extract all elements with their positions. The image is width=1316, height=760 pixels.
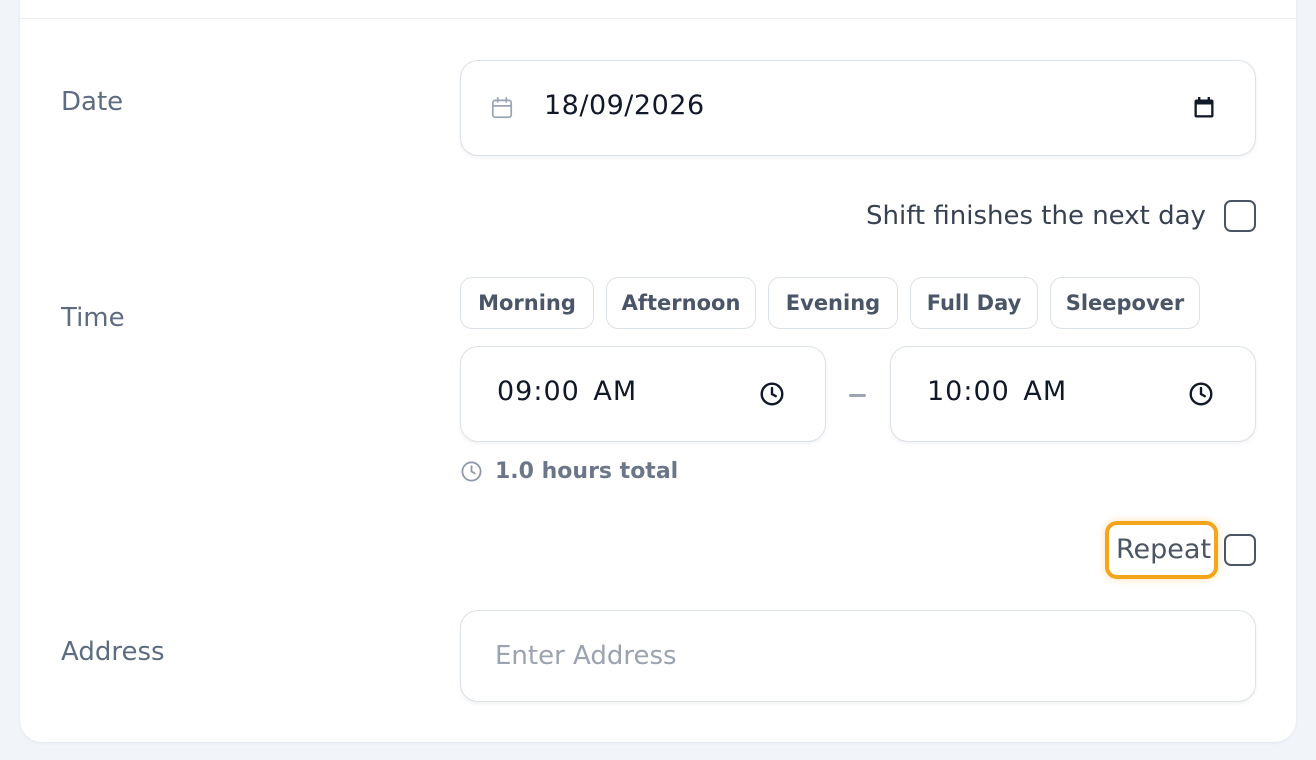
preset-sleepover-button[interactable]: Sleepover [1050,277,1200,329]
address-label: Address [61,637,165,667]
card-divider [20,18,1296,19]
repeat-label[interactable]: Repeat [1116,534,1211,566]
hours-total-text: 1.0 hours total [495,459,679,484]
date-value: 18/09/2026 [544,90,705,121]
end-time-value: 10:00 AM [927,376,1068,407]
start-time-value: 09:00 AM [497,376,638,407]
preset-morning-button[interactable]: Morning [460,277,594,329]
clock-icon[interactable] [759,381,785,407]
next-day-checkbox[interactable] [1224,200,1256,232]
hours-total: 1.0 hours total [460,459,678,484]
repeat-checkbox[interactable] [1224,534,1256,566]
date-label: Date [61,87,124,117]
clock-icon [460,460,483,483]
preset-afternoon-button[interactable]: Afternoon [606,277,756,329]
time-label: Time [61,303,125,333]
clock-icon[interactable] [1188,381,1214,407]
address-placeholder: Enter Address [495,641,677,671]
time-range-separator [849,394,866,397]
next-day-label: Shift finishes the next day [866,201,1206,231]
address-input[interactable]: Enter Address [460,610,1256,702]
date-input[interactable]: 18/09/2026 [460,60,1256,156]
calendar-icon [489,95,515,121]
preset-full-day-button[interactable]: Full Day [910,277,1038,329]
preset-evening-button[interactable]: Evening [768,277,898,329]
end-time-input[interactable]: 10:00 AM [890,346,1256,442]
start-time-input[interactable]: 09:00 AM [460,346,826,442]
calendar-picker-icon[interactable] [1192,96,1216,120]
